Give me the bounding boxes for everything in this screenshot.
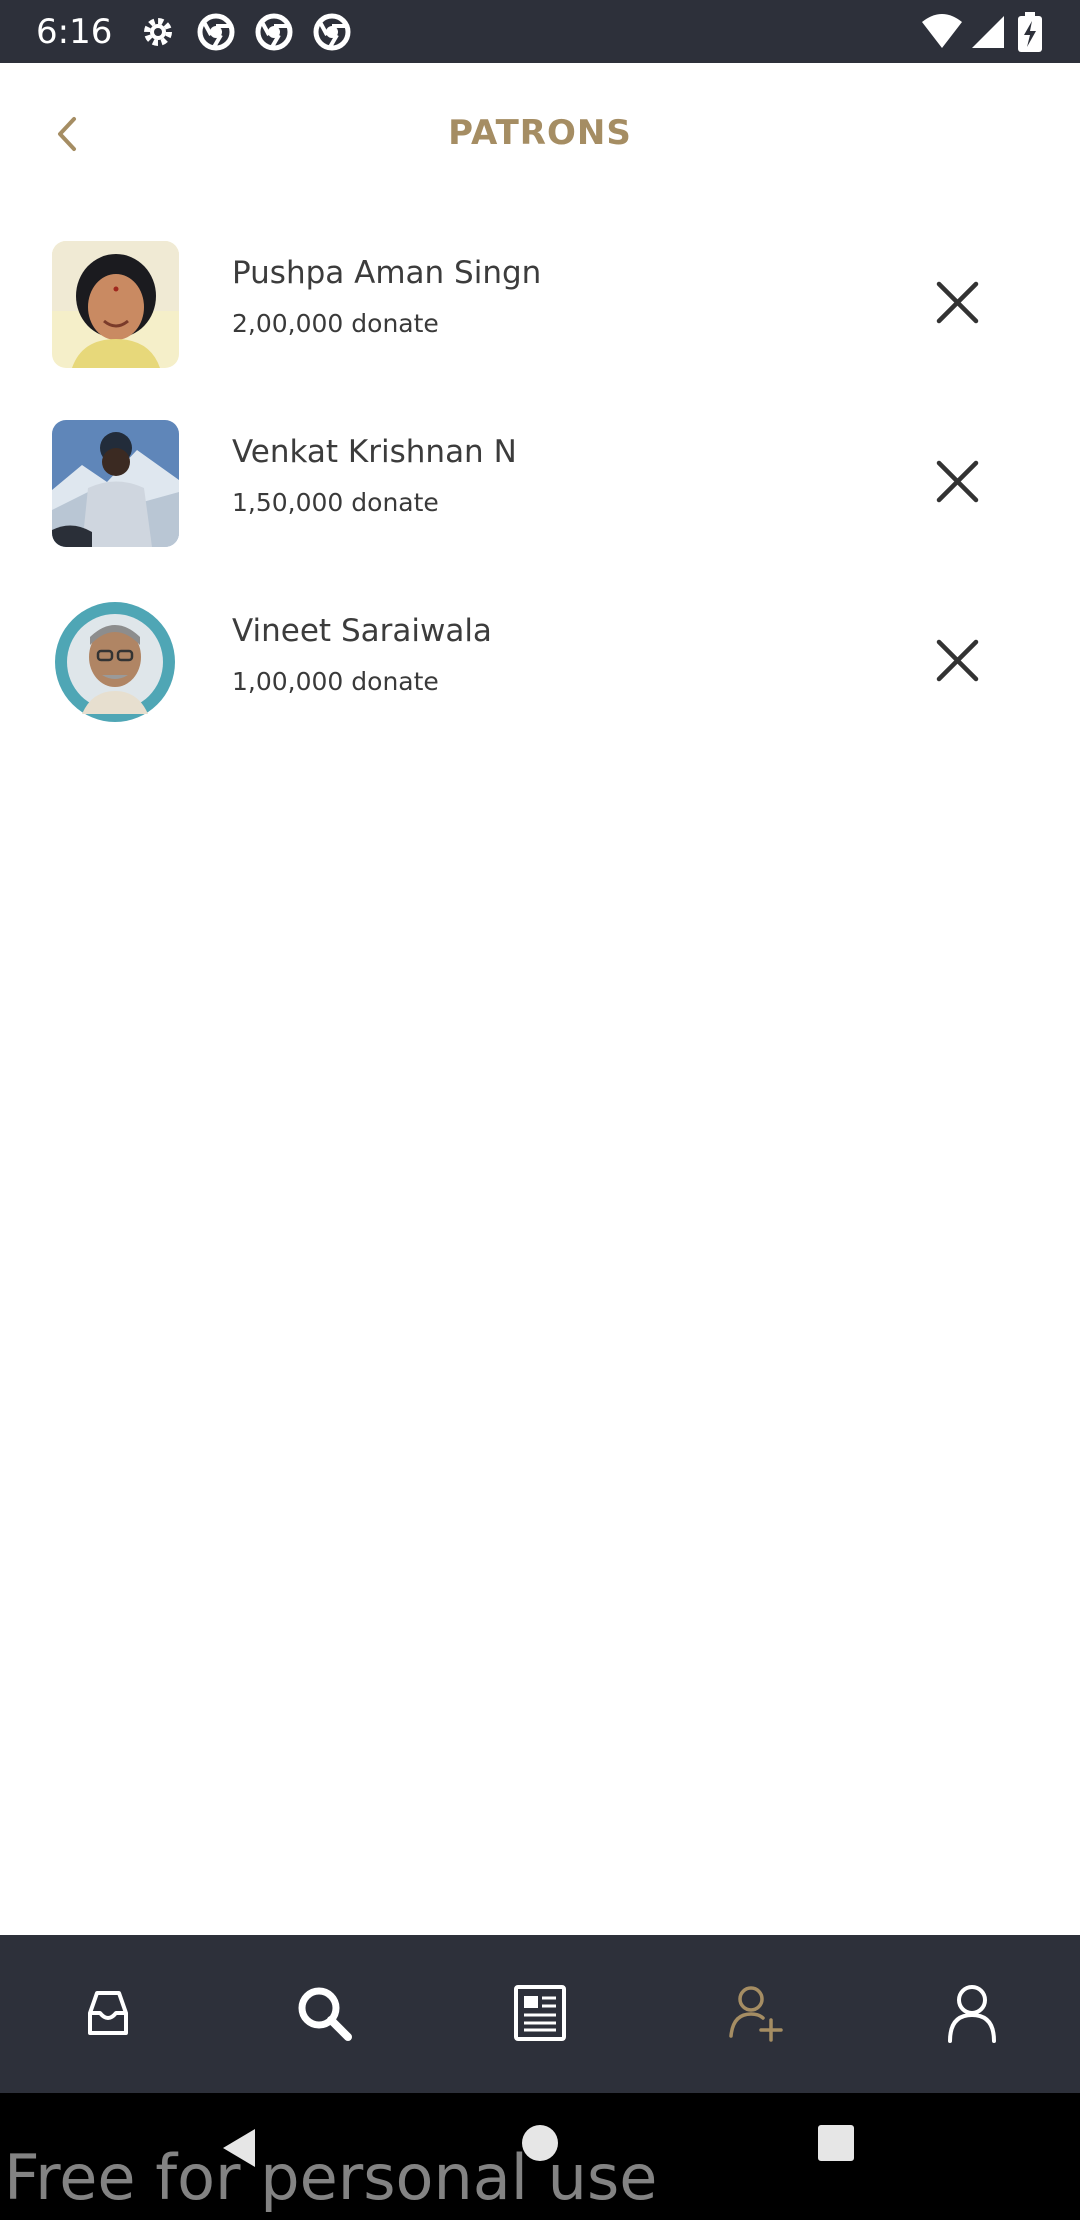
chrome-icon xyxy=(254,12,294,52)
recents-square-icon xyxy=(818,2125,854,2161)
battery-icon xyxy=(1016,12,1044,52)
remove-button[interactable] xyxy=(925,270,990,335)
system-recents-button[interactable] xyxy=(816,2123,856,2163)
list-item: Pushpa Aman Singn 2,00,000 donate xyxy=(0,225,1080,404)
wifi-icon xyxy=(920,12,964,52)
remove-button[interactable] xyxy=(925,628,990,693)
nav-patrons[interactable] xyxy=(716,1973,796,2053)
nav-inbox[interactable] xyxy=(68,1973,148,2053)
patron-donation: 1,00,000 donate xyxy=(232,667,439,696)
inbox-icon xyxy=(88,1991,128,2035)
patron-name: Pushpa Aman Singn xyxy=(232,255,542,291)
chrome-icon xyxy=(312,12,352,52)
avatar xyxy=(52,420,179,547)
patron-list: Pushpa Aman Singn 2,00,000 donate Venkat… xyxy=(0,225,1080,762)
profile-icon xyxy=(948,1985,996,2043)
patron-donation: 1,50,000 donate xyxy=(232,488,439,517)
close-icon xyxy=(936,460,979,503)
remove-button[interactable] xyxy=(925,449,990,514)
list-item: Vineet Saraiwala 1,00,000 donate xyxy=(0,583,1080,762)
status-bar: 6:16 xyxy=(0,0,1080,63)
list-item: Venkat Krishnan N 1,50,000 donate xyxy=(0,404,1080,583)
search-icon xyxy=(298,1987,352,2041)
watermark-text: Free for personal use xyxy=(4,2141,658,2214)
close-icon xyxy=(936,639,979,682)
patron-donation: 2,00,000 donate xyxy=(232,309,439,338)
nav-news[interactable] xyxy=(500,1973,580,2053)
page-title: PATRONS xyxy=(448,113,632,153)
close-icon xyxy=(936,281,979,324)
header: PATRONS xyxy=(0,63,1080,213)
patron-name: Venkat Krishnan N xyxy=(232,434,517,470)
avatar xyxy=(52,599,179,726)
patron-name: Vineet Saraiwala xyxy=(232,613,492,649)
news-icon xyxy=(514,1985,566,2041)
chrome-icon xyxy=(196,12,236,52)
nav-profile[interactable] xyxy=(932,1973,1012,2053)
bottom-nav xyxy=(0,1935,1080,2093)
signal-icon xyxy=(970,12,1006,52)
system-nav-bar: Free for personal use xyxy=(0,2093,1080,2220)
avatar xyxy=(52,241,179,368)
add-user-icon xyxy=(729,1986,783,2042)
status-time: 6:16 xyxy=(36,12,113,52)
gear-icon xyxy=(138,12,178,52)
nav-search[interactable] xyxy=(284,1973,364,2053)
